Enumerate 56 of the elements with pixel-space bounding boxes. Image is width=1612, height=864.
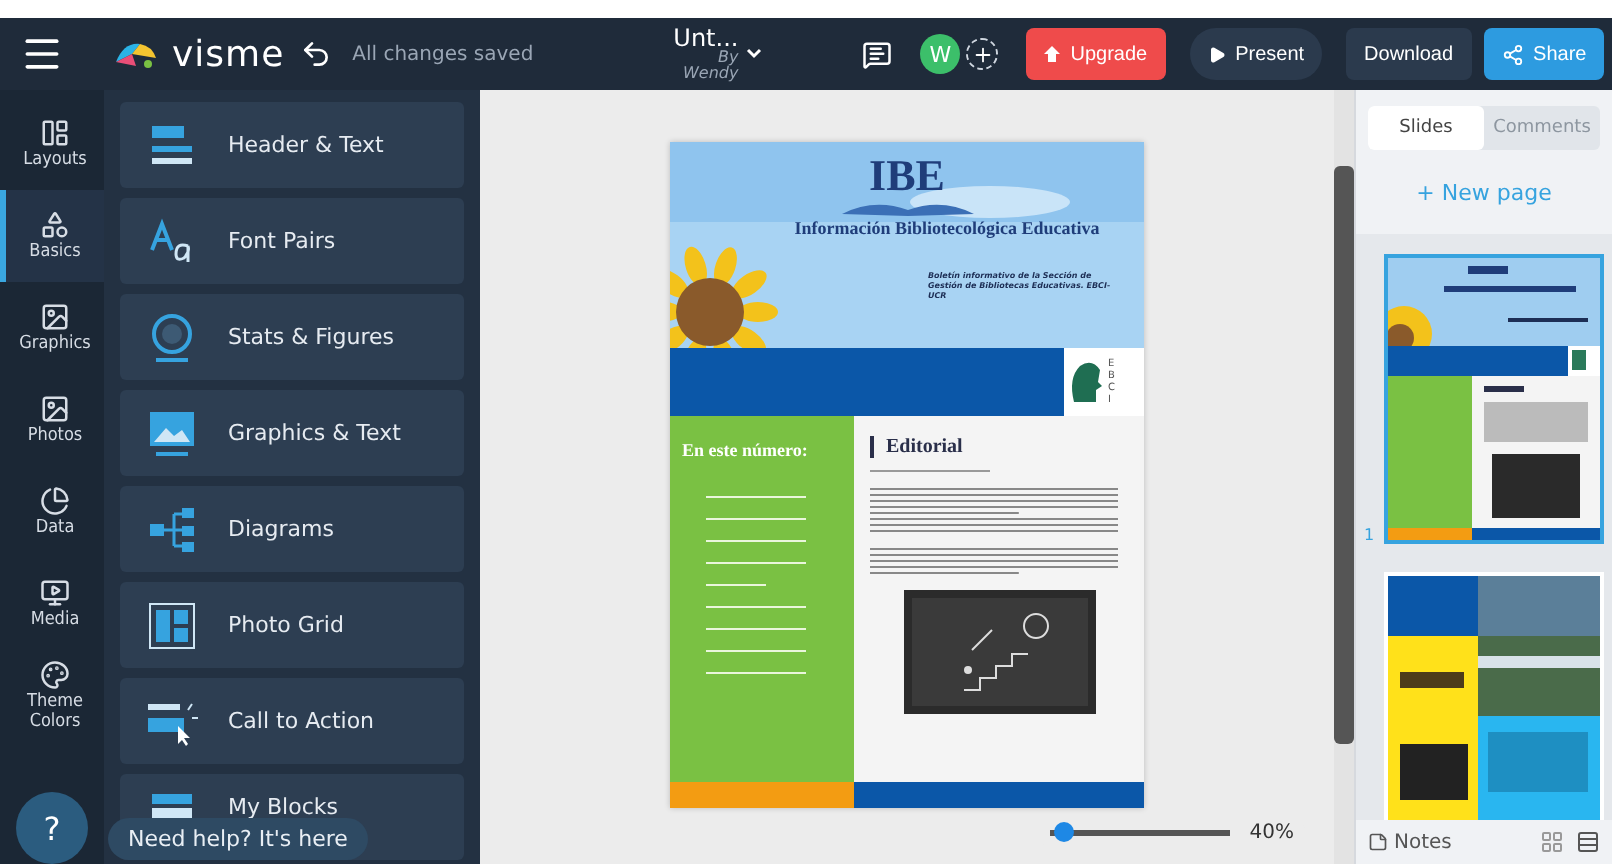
block-card[interactable]: Stats & Figures <box>120 294 464 380</box>
photo-icon <box>40 393 70 424</box>
shapes-icon <box>40 209 70 240</box>
blocks-icon <box>152 794 192 818</box>
notes-button[interactable]: Notes <box>1368 831 1452 853</box>
pie-chart-icon <box>40 485 70 516</box>
block-card[interactable]: Photo Grid <box>120 582 464 668</box>
author-name: Wendy <box>683 66 739 82</box>
share-icon <box>1501 43 1524 65</box>
present-button[interactable]: Present <box>1189 28 1323 80</box>
zoom-percentage: 40% <box>1249 822 1294 844</box>
chevron-down-icon[interactable] <box>746 48 763 60</box>
logo-wordmark: visme <box>172 33 285 75</box>
block-card[interactable]: Graphics & Text <box>120 390 464 476</box>
note-icon <box>1368 832 1388 852</box>
rail-tab[interactable]: Photos <box>0 374 104 466</box>
block-card[interactable]: Font Pairs <box>120 198 464 284</box>
masthead: IBE <box>869 154 945 198</box>
panel-tab[interactable]: Slides <box>1368 106 1484 150</box>
rail-tab[interactable]: Media <box>0 558 104 650</box>
block-card[interactable]: Call to Action <box>120 678 464 764</box>
rail-tab[interactable]: Basics <box>0 190 104 282</box>
rail-tab[interactable]: Data <box>0 466 104 558</box>
newsletter-title: Información Bibliotecológica Educativa <box>794 218 1100 238</box>
grid-view-icon[interactable] <box>1540 830 1564 854</box>
add-user-button[interactable] <box>966 38 999 70</box>
scrollbar[interactable] <box>1334 90 1354 864</box>
byline-drawing <box>870 470 990 476</box>
list-view-icon[interactable] <box>1576 830 1600 854</box>
undo-icon[interactable] <box>300 38 333 70</box>
logo-icon <box>112 38 160 70</box>
help-tooltip[interactable]: Need help? It's here <box>108 818 368 860</box>
toc-heading: En este número: <box>682 440 810 460</box>
zoom-handle[interactable] <box>1053 822 1074 842</box>
article-heading: Editorial <box>870 436 1128 458</box>
slide-number: 1 <box>1364 526 1375 544</box>
download-button[interactable]: Download <box>1346 28 1472 80</box>
author-label: By <box>717 50 739 66</box>
rail-tab[interactable]: Theme Colors <box>0 650 104 742</box>
save-status: All changes saved <box>352 43 534 65</box>
graphic-icon <box>40 301 70 332</box>
head-silhouette-icon <box>1068 358 1104 406</box>
block-card[interactable]: Header & Text <box>120 102 464 188</box>
rail-tab[interactable]: Graphics <box>0 282 104 374</box>
plus-icon <box>971 43 994 65</box>
video-icon <box>40 577 70 608</box>
layout-icon <box>40 117 70 148</box>
play-icon <box>1207 45 1226 63</box>
photo-grid-icon <box>144 597 200 653</box>
rail-tab[interactable]: Layouts <box>0 98 104 190</box>
block-card[interactable]: Diagrams <box>120 486 464 572</box>
comment-icon[interactable] <box>862 39 893 69</box>
palette-icon <box>40 659 70 690</box>
upgrade-button[interactable]: Upgrade <box>1026 28 1166 80</box>
document-title[interactable]: Unt... <box>673 26 739 50</box>
arrow-up-icon <box>1044 46 1061 62</box>
